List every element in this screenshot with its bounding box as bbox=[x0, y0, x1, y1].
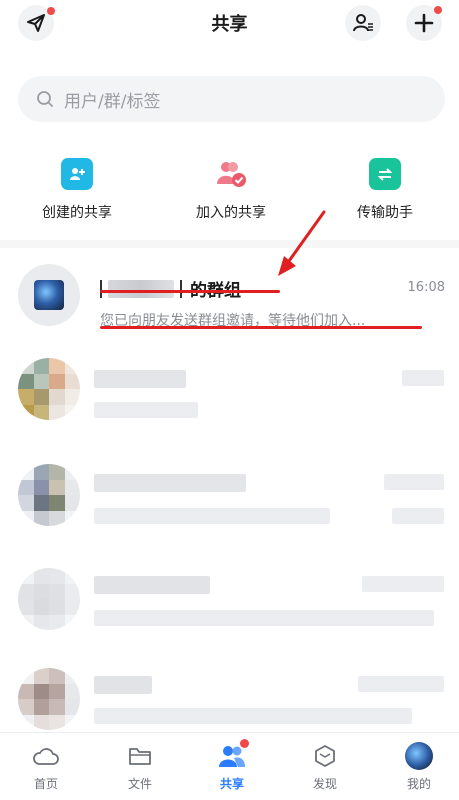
tab-files-label: 文件 bbox=[127, 777, 152, 791]
manage-user-icon bbox=[353, 14, 373, 32]
group-avatar bbox=[18, 264, 80, 326]
people-icon bbox=[217, 739, 249, 771]
avatar bbox=[18, 358, 80, 420]
tab-share[interactable]: 共享 bbox=[197, 739, 267, 792]
cube-icon bbox=[310, 741, 340, 771]
profile-avatar bbox=[404, 741, 434, 771]
tab-me-label: 我的 bbox=[406, 777, 431, 791]
created-shares-label: 创建的共享 bbox=[42, 205, 112, 221]
group-timestamp: 16:08 bbox=[407, 280, 445, 295]
bottom-navigation: 首页 文件 共享 发现 我的 bbox=[0, 732, 459, 800]
manage-members-button[interactable] bbox=[345, 5, 381, 41]
search-input[interactable]: 用户/群/标签 bbox=[18, 76, 445, 122]
avatar bbox=[18, 568, 80, 630]
transfer-folder-icon bbox=[369, 158, 401, 190]
avatar bbox=[18, 464, 80, 526]
list-item[interactable] bbox=[0, 568, 459, 668]
joined-share-icon bbox=[215, 158, 247, 190]
group-chat-row[interactable]: 的群组 16:08 您已向朋友发送群组邀请，等待他们加入... bbox=[0, 262, 459, 342]
annotation-underline bbox=[100, 290, 280, 293]
section-divider bbox=[0, 240, 459, 248]
plus-icon bbox=[414, 13, 434, 33]
page-title: 共享 bbox=[211, 14, 248, 35]
redacted-name bbox=[108, 279, 174, 298]
create-share-icon bbox=[61, 158, 93, 190]
tab-discover-label: 发现 bbox=[312, 777, 337, 791]
tab-home[interactable]: 首页 bbox=[11, 741, 81, 792]
tab-home-label: 首页 bbox=[33, 777, 58, 791]
top-bar: 共享 bbox=[0, 0, 459, 50]
transfer-assistant-button[interactable]: 传输助手 bbox=[310, 158, 459, 222]
created-shares-button[interactable]: 创建的共享 bbox=[2, 158, 152, 222]
list-item[interactable] bbox=[0, 358, 459, 458]
tab-share-label: 共享 bbox=[219, 777, 244, 791]
group-name: 的群组 bbox=[100, 276, 241, 301]
transfer-assistant-label: 传输助手 bbox=[357, 205, 413, 221]
list-item[interactable] bbox=[0, 464, 459, 564]
tab-me[interactable]: 我的 bbox=[384, 741, 454, 792]
annotation-arrow bbox=[278, 210, 326, 276]
tab-files[interactable]: 文件 bbox=[105, 741, 175, 792]
folder-icon bbox=[125, 741, 155, 771]
cloud-icon bbox=[31, 741, 61, 771]
notification-dot bbox=[434, 6, 442, 14]
annotation-underline bbox=[100, 326, 422, 329]
avatar bbox=[18, 668, 80, 730]
search-icon bbox=[37, 91, 53, 107]
notification-dot bbox=[240, 739, 249, 748]
tab-discover[interactable]: 发现 bbox=[290, 741, 360, 792]
add-button[interactable] bbox=[406, 5, 442, 41]
search-placeholder: 用户/群/标签 bbox=[64, 91, 161, 112]
